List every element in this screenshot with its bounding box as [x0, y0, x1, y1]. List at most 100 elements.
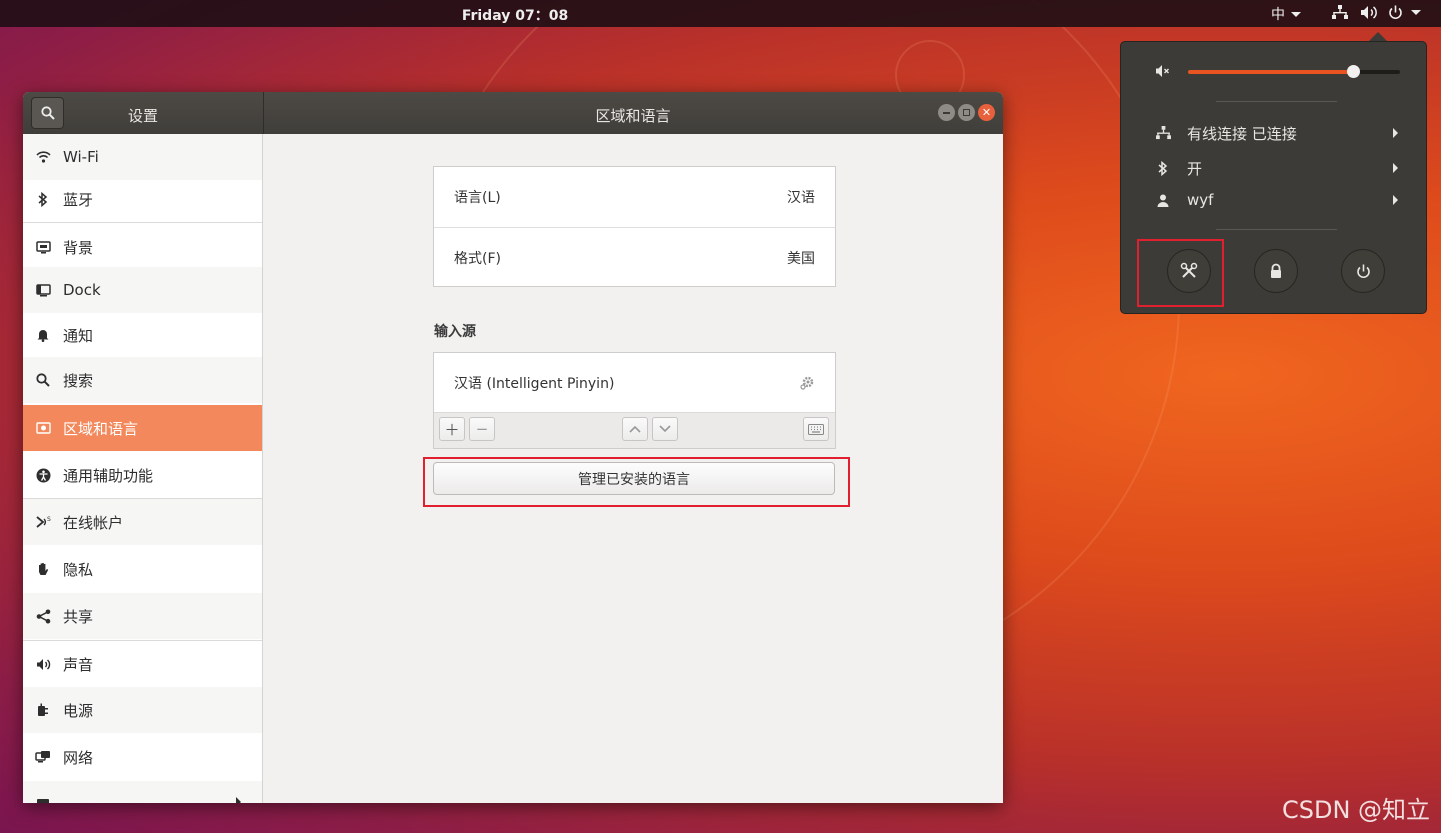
sidebar-item-region-language[interactable]: 区域和语言 [23, 405, 262, 451]
sidebar-item-label: Dock [63, 281, 101, 299]
bluetooth-icon [1155, 160, 1171, 176]
menu-divider [1216, 229, 1337, 230]
lock-button[interactable] [1254, 249, 1298, 293]
sidebar-title: 设置 [127, 107, 158, 125]
settings-sidebar: Wi-Fi 蓝牙 背景 Dock 通知 搜索 区域和语言 通用辅助功能 S 在线… [23, 134, 263, 803]
sidebar-item-power[interactable]: 电源 [23, 687, 262, 733]
system-status-area[interactable] [1332, 5, 1421, 20]
minimize-icon [943, 111, 950, 114]
sidebar-item-label: 通知 [63, 326, 94, 345]
sidebar-item-label: 在线帐户 [63, 513, 124, 532]
volume-icon [1361, 6, 1377, 19]
sidebar-item-label: 区域和语言 [63, 419, 139, 438]
chevron-up-icon [629, 425, 641, 433]
sidebar-item-label: Wi-Fi [63, 148, 99, 166]
sidebar-item-network[interactable]: 网络 [23, 734, 262, 780]
menu-item-bluetooth[interactable]: 开 [1121, 153, 1428, 183]
sidebar-item-label: 通用辅助功能 [63, 466, 154, 485]
highlight-box [423, 457, 850, 507]
sidebar-item-accessibility[interactable]: 通用辅助功能 [23, 452, 262, 498]
input-sources-title: 输入源 [434, 324, 476, 340]
clock[interactable]: Friday 07：08 [0, 5, 1030, 25]
online-accounts-icon: S [35, 514, 51, 530]
wifi-icon [35, 149, 51, 165]
menu-item-label: 开 [1187, 159, 1203, 178]
sidebar-item-label: 电源 [63, 701, 94, 720]
maximize-icon [963, 109, 970, 116]
sidebar-item-search[interactable]: 搜索 [23, 357, 262, 403]
share-icon [35, 608, 51, 624]
sidebar-item-label: 背景 [63, 238, 94, 257]
language-value: 汉语 [787, 190, 815, 206]
chevron-right-icon [1393, 128, 1398, 138]
close-icon: ✕ [981, 106, 992, 119]
speaker-icon [35, 656, 51, 672]
add-input-source-button[interactable]: ＋ [439, 417, 465, 441]
highlight-box [1137, 239, 1224, 307]
minus-icon: − [475, 420, 489, 438]
input-source-row[interactable]: 汉语 (Intelligent Pinyin) [434, 353, 835, 412]
lock-icon [1271, 263, 1281, 278]
power-icon [1356, 264, 1370, 278]
keyboard-icon [808, 423, 824, 435]
menu-divider [1216, 101, 1337, 102]
remove-input-source-button[interactable]: − [469, 417, 495, 441]
keyboard-layout-button[interactable] [803, 417, 829, 441]
background-icon [35, 239, 51, 255]
language-format-card: 语言(L) 汉语 格式(F) 美国 [433, 166, 836, 287]
network-icon [35, 749, 51, 765]
top-panel: Friday 07：08 中 [0, 0, 1441, 27]
sidebar-item-dock[interactable]: Dock [23, 267, 262, 313]
menu-item-user[interactable]: wyf [1121, 185, 1428, 215]
sidebar-item-label: 网络 [63, 748, 94, 767]
gear-icon[interactable] [800, 375, 815, 390]
sidebar-item-sharing[interactable]: 共享 [23, 593, 262, 639]
language-label: 语言(L) [454, 190, 501, 206]
volume-slider[interactable] [1188, 65, 1400, 78]
close-button[interactable]: ✕ [978, 104, 995, 121]
minimize-button[interactable] [938, 104, 955, 121]
move-up-button[interactable] [622, 417, 648, 441]
bell-icon [35, 327, 51, 343]
sidebar-item-partial[interactable] [23, 781, 262, 803]
chevron-down-icon [1291, 11, 1301, 17]
language-row[interactable]: 语言(L) 汉语 [434, 167, 835, 227]
device-icon [35, 796, 51, 803]
input-method-label: 中 [1271, 7, 1285, 23]
sidebar-item-background[interactable]: 背景 [23, 224, 262, 270]
wired-network-icon [1155, 126, 1171, 140]
chevron-right-icon [236, 797, 241, 803]
power-icon [1389, 5, 1402, 20]
chevron-down-icon [659, 425, 671, 433]
sidebar-item-label: 共享 [63, 607, 94, 626]
region-icon [35, 420, 51, 436]
sidebar-divider [23, 222, 262, 223]
sidebar-item-label: 隐私 [63, 560, 94, 579]
format-value: 美国 [787, 250, 815, 267]
volume-muted-icon [1156, 65, 1169, 77]
volume-slider-handle[interactable] [1347, 65, 1360, 78]
user-icon [1155, 194, 1171, 207]
sidebar-item-privacy[interactable]: 隐私 [23, 546, 262, 592]
sidebar-item-wifi[interactable]: Wi-Fi [23, 134, 262, 180]
plus-icon: ＋ [444, 420, 460, 439]
power-plug-icon [35, 702, 51, 718]
format-label: 格式(F) [454, 250, 501, 267]
header-bar[interactable]: 设置 区域和语言 ✕ [23, 92, 1003, 134]
power-off-button[interactable] [1341, 249, 1385, 293]
accessibility-icon [35, 467, 51, 483]
sidebar-item-bluetooth[interactable]: 蓝牙 [23, 176, 262, 222]
sidebar-item-sound[interactable]: 声音 [23, 641, 262, 687]
sidebar-item-label: 声音 [63, 655, 94, 674]
chevron-right-icon [1393, 163, 1398, 173]
maximize-button[interactable] [958, 104, 975, 121]
sidebar-item-notifications[interactable]: 通知 [23, 312, 262, 358]
svg-text:S: S [47, 516, 51, 523]
move-down-button[interactable] [652, 417, 678, 441]
input-method-indicator[interactable]: 中 [1271, 4, 1301, 24]
wired-network-icon [1332, 5, 1348, 19]
sidebar-item-online-accounts[interactable]: S 在线帐户 [23, 499, 262, 545]
format-row[interactable]: 格式(F) 美国 [434, 227, 835, 287]
menu-item-wired[interactable]: 有线连接 已连接 [1121, 118, 1428, 148]
watermark: CSDN @知立 [1282, 796, 1431, 824]
